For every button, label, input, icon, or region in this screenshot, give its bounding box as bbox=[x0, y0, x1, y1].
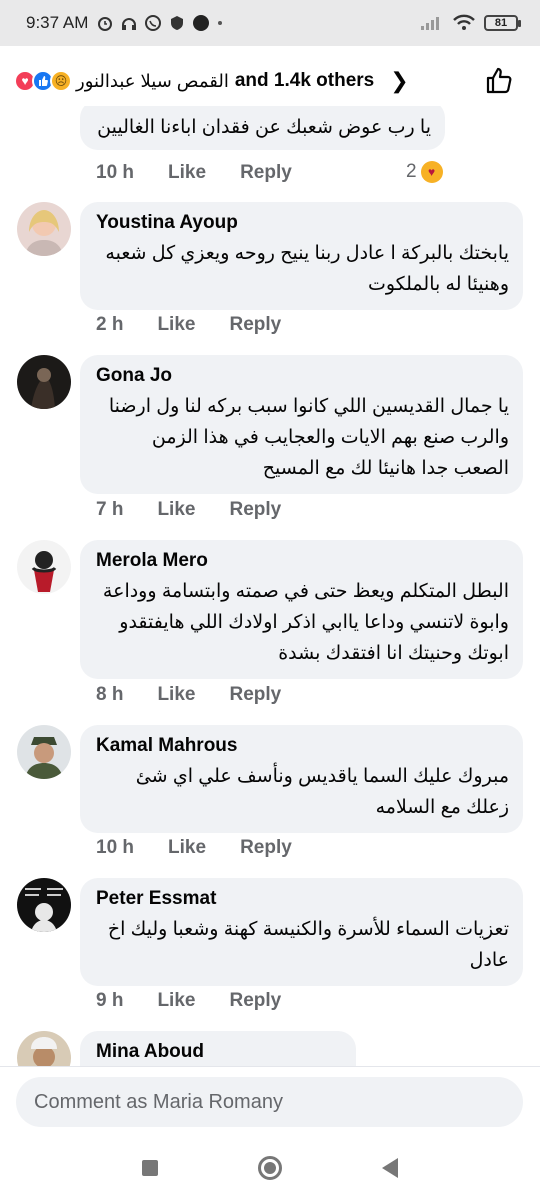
reply-link[interactable]: Reply bbox=[240, 162, 292, 184]
comment-time: 7 h bbox=[96, 499, 124, 520]
comment-actions: 9 h Like Reply bbox=[96, 990, 315, 1012]
status-time: 9:37 AM bbox=[26, 13, 89, 32]
comment-text: يابختك بالبركة ا عادل ربنا ينيح روحه ويع… bbox=[105, 243, 509, 295]
reply-link[interactable]: Reply bbox=[229, 499, 281, 521]
comment-composer: Comment as Maria Romany bbox=[0, 1066, 540, 1136]
comment-actions: 7 h Like Reply bbox=[96, 499, 315, 521]
reply-link[interactable]: Reply bbox=[229, 314, 281, 336]
comment-actions: 10 h Like Reply bbox=[96, 837, 326, 859]
notification-icons bbox=[96, 14, 224, 32]
thumbs-up-icon[interactable] bbox=[484, 64, 516, 96]
avatar[interactable] bbox=[17, 355, 71, 409]
comment-actions: 8 h Like Reply bbox=[96, 684, 315, 706]
like-link[interactable]: Like bbox=[157, 990, 195, 1012]
system-nav-bar bbox=[0, 1136, 540, 1200]
alarm-icon bbox=[98, 17, 113, 31]
comment-actions: 10 h Like Reply bbox=[96, 162, 326, 184]
comment-text: مبروك عليك السما ياقديس ونأسف علي اي شئ … bbox=[135, 766, 509, 818]
more-dot-icon bbox=[218, 21, 223, 25]
comment-bubble: Gona Jo يا جمال القديسين اللي كانوا سبب … bbox=[80, 355, 523, 494]
reply-link[interactable]: Reply bbox=[240, 837, 292, 859]
reply-link[interactable]: Reply bbox=[229, 990, 281, 1012]
headset-icon bbox=[122, 18, 137, 30]
whatsapp-icon bbox=[145, 15, 162, 31]
comments-list[interactable]: يا رب عوض شعبك عن فقدان اباءنا الغاليين … bbox=[0, 106, 540, 1066]
comment-bubble: Kamal Mahrous مبروك عليك السما ياقديس ون… bbox=[80, 725, 523, 833]
like-link[interactable]: Like bbox=[157, 499, 195, 521]
reaction-others: and 1.4k others bbox=[234, 70, 375, 91]
reaction-names: القمص سيلا عبدالنور bbox=[76, 70, 229, 91]
reactions-text: القمص سيلا عبدالنور and 1.4k others ❯ bbox=[76, 68, 409, 94]
battery-indicator: 81 bbox=[484, 15, 521, 31]
reactions-summary[interactable]: ♥ ☹ القمص سيلا عبدالنور and 1.4k others … bbox=[0, 56, 540, 106]
back-icon[interactable] bbox=[382, 1158, 398, 1178]
chevron-right-icon: ❯ bbox=[390, 68, 409, 93]
sad-icon: ☹ bbox=[50, 70, 72, 92]
comment-text: يا رب عوض شعبك عن فقدان اباءنا الغاليين bbox=[97, 117, 431, 138]
comment-author[interactable]: Gona Jo bbox=[96, 365, 509, 387]
avatar[interactable] bbox=[17, 202, 71, 256]
comment-text: تعزيات السماء للأسرة والكنيسة كهنة وشعبا… bbox=[107, 919, 509, 971]
comment-time: 10 h bbox=[96, 162, 135, 183]
comment-reaction-count[interactable]: 2 ♥ bbox=[406, 161, 443, 183]
recent-apps-icon[interactable] bbox=[142, 1160, 158, 1176]
comment-input[interactable]: Comment as Maria Romany bbox=[16, 1077, 523, 1127]
signal-icon bbox=[421, 17, 439, 30]
like-link[interactable]: Like bbox=[168, 162, 206, 184]
avatar[interactable] bbox=[17, 540, 71, 594]
comment-text: البطل المتكلم ويعظ حتى في صمته وابتسامة … bbox=[102, 581, 509, 664]
like-link[interactable]: Like bbox=[157, 314, 195, 336]
comment-author[interactable]: Peter Essmat bbox=[96, 888, 509, 910]
comment-bubble: Youstina Ayoup يابختك بالبركة ا عادل ربن… bbox=[80, 202, 523, 310]
avatar[interactable] bbox=[17, 878, 71, 932]
avatar[interactable] bbox=[17, 1031, 71, 1066]
record-icon bbox=[193, 15, 210, 31]
comment-time: 2 h bbox=[96, 314, 124, 335]
comment-bubble: يا رب عوض شعبك عن فقدان اباءنا الغاليين bbox=[80, 106, 445, 150]
comment-author[interactable]: Mina Aboud bbox=[96, 1041, 342, 1063]
like-link[interactable]: Like bbox=[168, 837, 206, 859]
reaction-count: 2 bbox=[406, 161, 417, 182]
care-reaction-icon: ♥ bbox=[420, 161, 443, 183]
like-link[interactable]: Like bbox=[157, 684, 195, 706]
comment-time: 8 h bbox=[96, 684, 124, 705]
comment-author[interactable]: Merola Mero bbox=[96, 550, 509, 572]
comment-author[interactable]: Youstina Ayoup bbox=[96, 212, 509, 234]
comment-bubble: Mina Aboud bbox=[80, 1031, 356, 1066]
comment-time: 9 h bbox=[96, 990, 124, 1011]
comment-text: يا جمال القديسين اللي كانوا سبب بركه لنا… bbox=[108, 396, 509, 479]
status-bar: 9:37 AM 81 bbox=[0, 0, 540, 46]
comment-time: 10 h bbox=[96, 837, 135, 858]
comment-author[interactable]: Kamal Mahrous bbox=[96, 735, 509, 757]
shield-icon bbox=[171, 16, 184, 30]
reaction-icons: ♥ ☹ bbox=[14, 70, 72, 92]
home-icon[interactable] bbox=[258, 1156, 282, 1180]
avatar[interactable] bbox=[17, 725, 71, 779]
wifi-icon bbox=[453, 14, 475, 30]
comment-bubble: Merola Mero البطل المتكلم ويعظ حتى في صم… bbox=[80, 540, 523, 679]
reply-link[interactable]: Reply bbox=[229, 684, 281, 706]
comment-bubble: Peter Essmat تعزيات السماء للأسرة والكني… bbox=[80, 878, 523, 986]
comment-actions: 2 h Like Reply bbox=[96, 314, 315, 336]
